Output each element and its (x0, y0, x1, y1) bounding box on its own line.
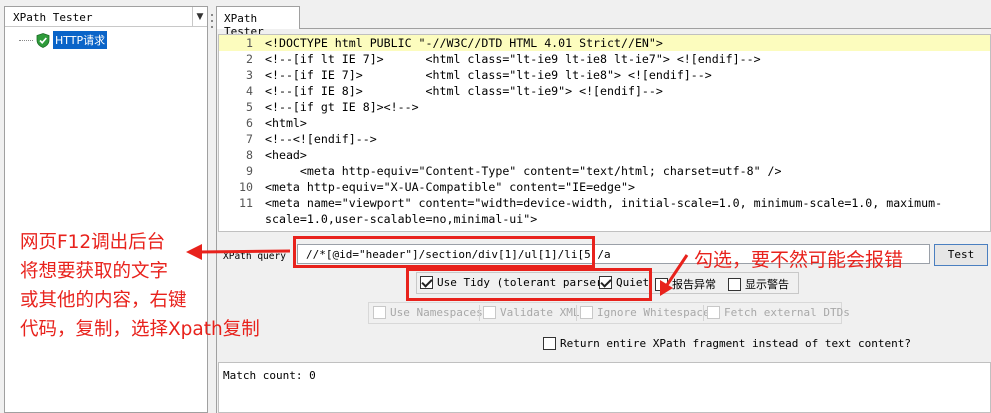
right-annotation-text: 勾选，要不然可能会报错 (694, 249, 904, 271)
annotation-line: 网页F12调出后台 (20, 232, 166, 253)
annotation-line: 将想要获取的文字 (20, 261, 169, 282)
annotation-arrows (186, 244, 689, 296)
left-annotation-text: 网页F12调出后台 将想要获取的文字 或其他的内容，右键 代码，复制，选择Xpa… (20, 228, 260, 344)
annotation-line: 或其他的内容，右键 (20, 290, 187, 311)
annotation-line: 代码，复制，选择Xpath复制 (20, 319, 260, 340)
